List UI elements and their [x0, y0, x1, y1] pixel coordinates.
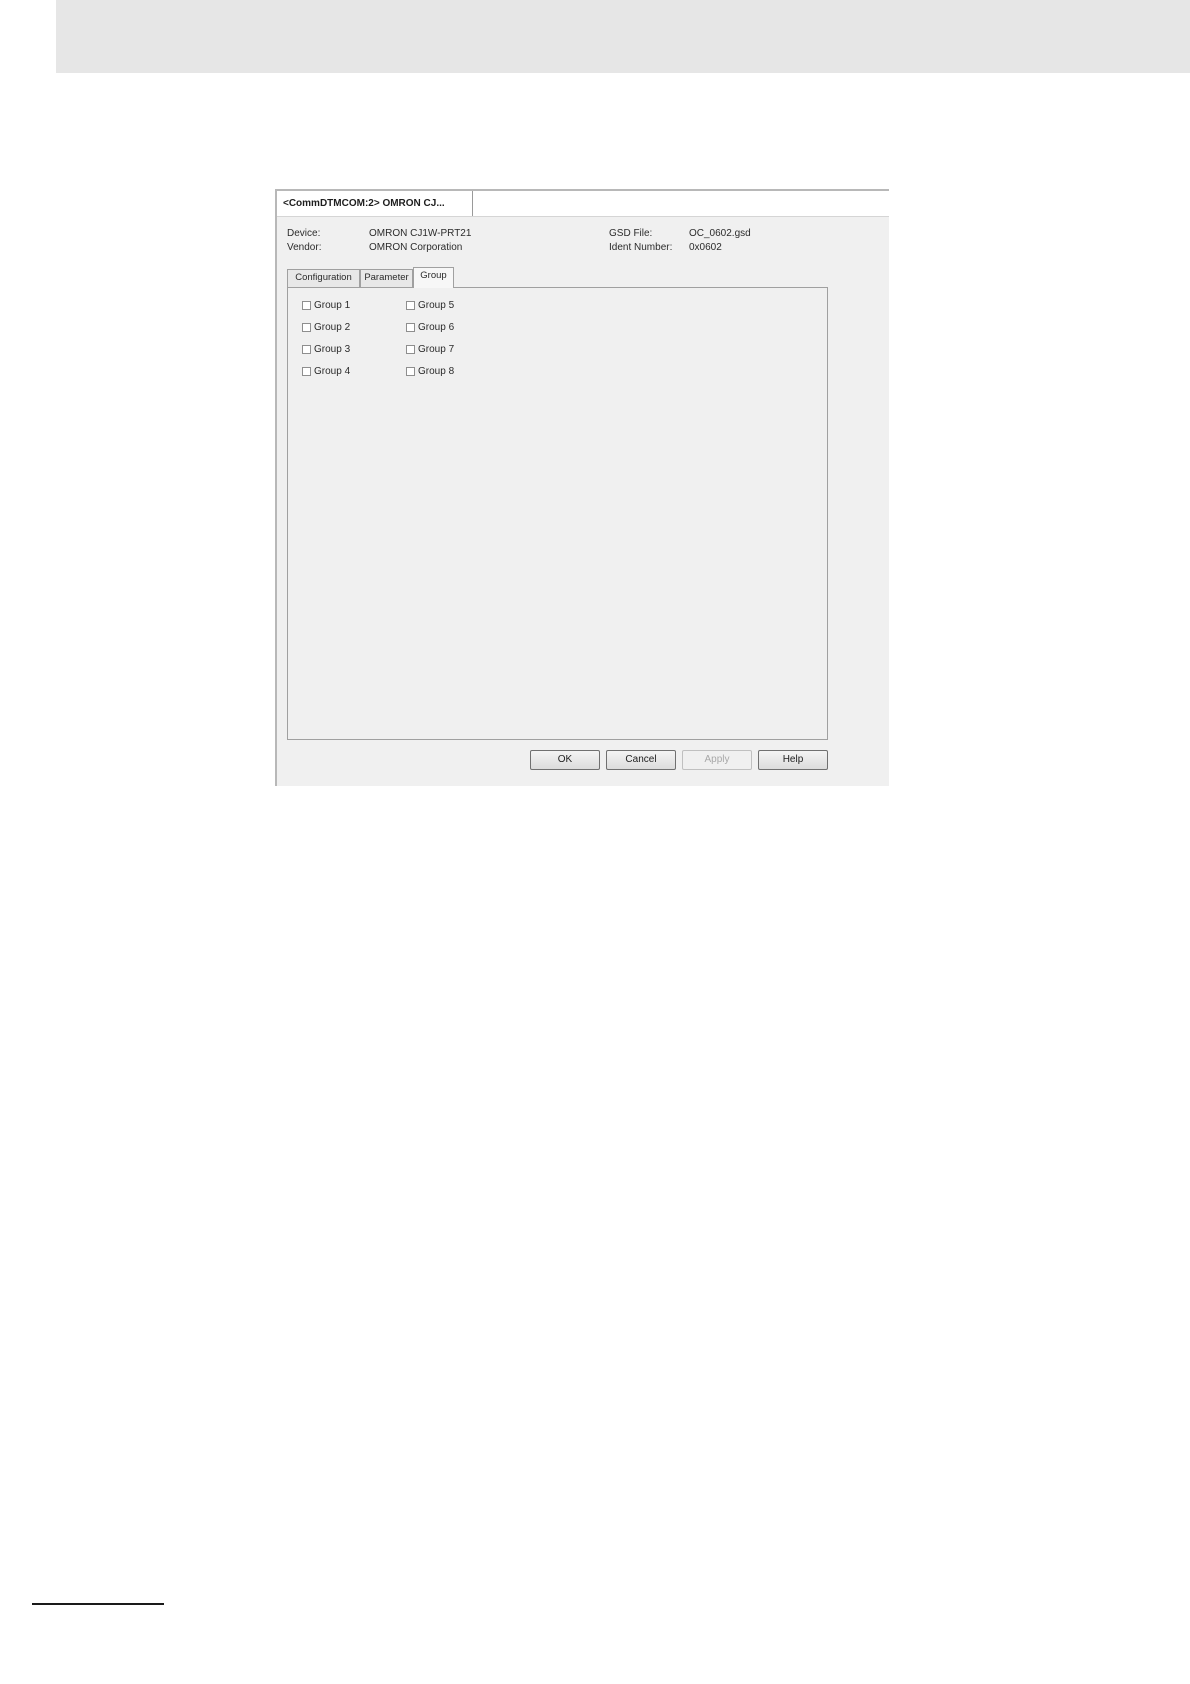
checkbox-box[interactable] — [406, 301, 415, 310]
group-3-checkbox[interactable]: Group 3 — [302, 344, 350, 358]
checkbox-box[interactable] — [406, 367, 415, 376]
group-panel: Group 1 Group 2 Group 3 Group 4 Group 5 … — [287, 287, 828, 740]
gsd-file-label: GSD File: — [609, 228, 653, 239]
group-2-label: Group 2 — [314, 322, 351, 333]
tab-configuration[interactable]: Configuration — [287, 269, 360, 287]
group-6-label: Group 6 — [418, 322, 455, 333]
page-header-band — [56, 0, 1190, 73]
group-2-checkbox[interactable]: Group 2 — [302, 322, 350, 336]
group-8-label: Group 8 — [418, 366, 455, 377]
device-label: Device: — [287, 228, 321, 239]
group-1-checkbox[interactable]: Group 1 — [302, 300, 350, 314]
group-5-label: Group 5 — [418, 300, 455, 311]
ident-number-label: Ident Number: — [609, 242, 673, 253]
vendor-value: OMRON Corporation — [369, 242, 463, 253]
tab-parameter[interactable]: Parameter — [360, 269, 413, 287]
checkbox-box[interactable] — [302, 323, 311, 332]
checkbox-box[interactable] — [406, 323, 415, 332]
document-tab[interactable]: <CommDTMCOM:2> OMRON CJ... — [277, 191, 473, 216]
document-tab-bar: <CommDTMCOM:2> OMRON CJ... — [277, 191, 889, 217]
cancel-button[interactable]: Cancel — [606, 750, 676, 770]
apply-button[interactable]: Apply — [682, 750, 752, 770]
group-5-checkbox[interactable]: Group 5 — [406, 300, 454, 314]
device-dtm-window: <CommDTMCOM:2> OMRON CJ... Device: OMRON… — [275, 189, 889, 786]
gsd-file-value: OC_0602.gsd — [689, 228, 751, 239]
vendor-label: Vendor: — [287, 242, 322, 253]
help-button[interactable]: Help — [758, 750, 828, 770]
footer-divider — [32, 1603, 164, 1605]
device-value: OMRON CJ1W-PRT21 — [369, 228, 472, 239]
checkbox-box[interactable] — [302, 367, 311, 376]
tab-group[interactable]: Group — [413, 267, 454, 288]
group-7-label: Group 7 — [418, 344, 455, 355]
checkbox-box[interactable] — [302, 301, 311, 310]
ident-number-value: 0x0602 — [689, 242, 722, 253]
group-1-label: Group 1 — [314, 300, 351, 311]
group-7-checkbox[interactable]: Group 7 — [406, 344, 454, 358]
ok-button[interactable]: OK — [530, 750, 600, 770]
group-6-checkbox[interactable]: Group 6 — [406, 322, 454, 336]
checkbox-box[interactable] — [302, 345, 311, 354]
group-8-checkbox[interactable]: Group 8 — [406, 366, 454, 380]
group-4-checkbox[interactable]: Group 4 — [302, 366, 350, 380]
checkbox-box[interactable] — [406, 345, 415, 354]
group-4-label: Group 4 — [314, 366, 351, 377]
group-3-label: Group 3 — [314, 344, 351, 355]
